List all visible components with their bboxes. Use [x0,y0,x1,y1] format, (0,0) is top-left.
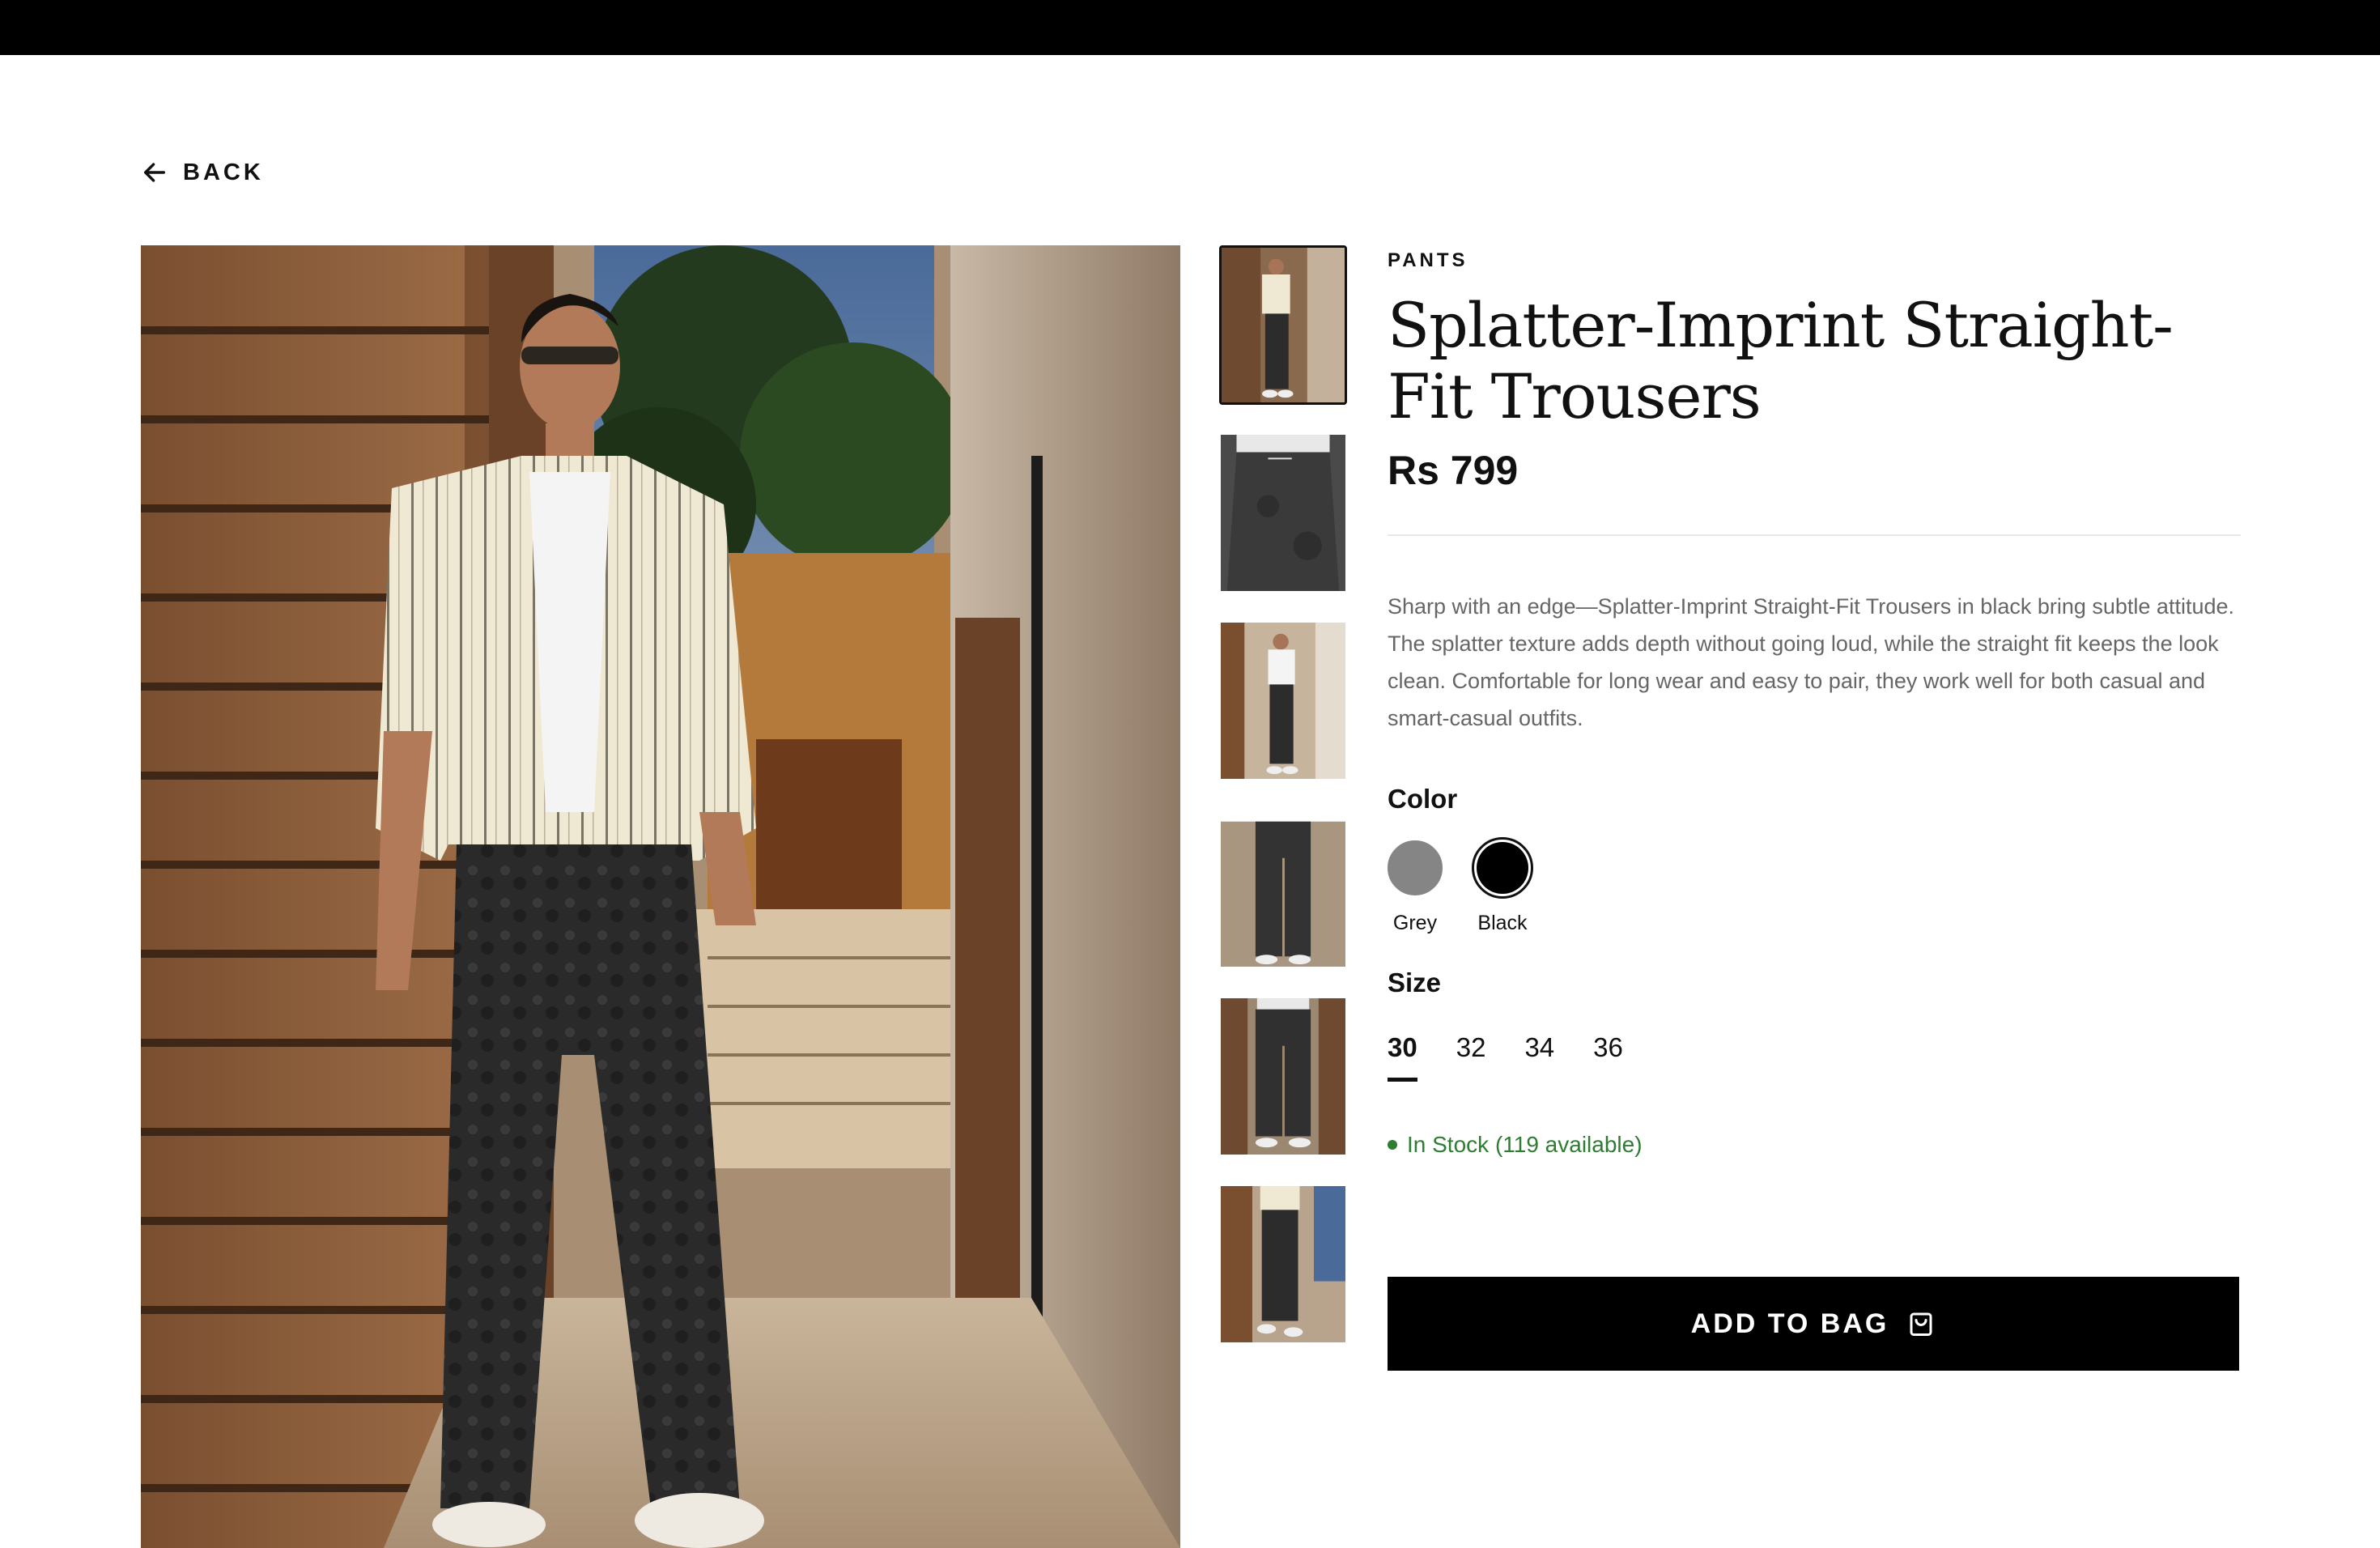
size-option-32[interactable]: 32 [1456,1032,1486,1082]
black-swatch-selected[interactable] [1472,837,1533,899]
size-options: 30 32 34 36 [1388,1032,2241,1082]
thumbnail-5[interactable] [1219,997,1347,1156]
stock-status: In Stock (119 available) [1388,1132,2241,1158]
arrow-left-icon [143,163,166,182]
stock-dot-icon [1388,1140,1397,1150]
divider [1388,534,2241,536]
size-option-36[interactable]: 36 [1593,1032,1623,1082]
thumbnail-gallery [1219,245,1347,1372]
main-product-image [141,245,1180,1548]
thumbnail-2[interactable] [1219,433,1347,593]
size-option-30[interactable]: 30 [1388,1032,1417,1082]
back-label: BACK [183,159,264,185]
top-bar [0,0,2380,55]
grey-swatch[interactable] [1388,840,1443,895]
black-swatch [1477,842,1528,894]
product-category: PANTS [1388,249,1468,271]
color-option-grey[interactable]: Grey [1388,840,1443,935]
product-description: Sharp with an edge—Splatter-Imprint Stra… [1388,594,2234,730]
shopping-bag-icon [1910,1312,1932,1336]
product-info: PANTS Splatter-Imprint Straight-Fit Trou… [1388,245,2241,1158]
product-price: Rs 799 [1388,448,1519,493]
add-to-bag-label: ADD TO BAG [1690,1308,1889,1339]
back-button[interactable]: BACK [141,159,264,186]
color-option-black[interactable]: Black [1472,837,1533,935]
color-label: Color [1388,784,1458,814]
color-name: Black [1477,912,1528,934]
stock-text: In Stock (119 available) [1407,1132,1643,1157]
thumbnail-6[interactable] [1219,1184,1347,1344]
size-label: Size [1388,968,1442,997]
product-title: Splatter-Imprint Straight-Fit Trousers [1388,289,2174,432]
thumbnail-4[interactable] [1219,809,1347,968]
color-name: Grey [1392,912,1438,934]
thumbnail-1[interactable] [1219,245,1347,405]
add-to-bag-button[interactable]: ADD TO BAG [1388,1277,2239,1371]
color-swatches: Grey Black [1388,837,2241,935]
thumbnail-3[interactable] [1219,621,1347,780]
size-option-34[interactable]: 34 [1524,1032,1554,1082]
